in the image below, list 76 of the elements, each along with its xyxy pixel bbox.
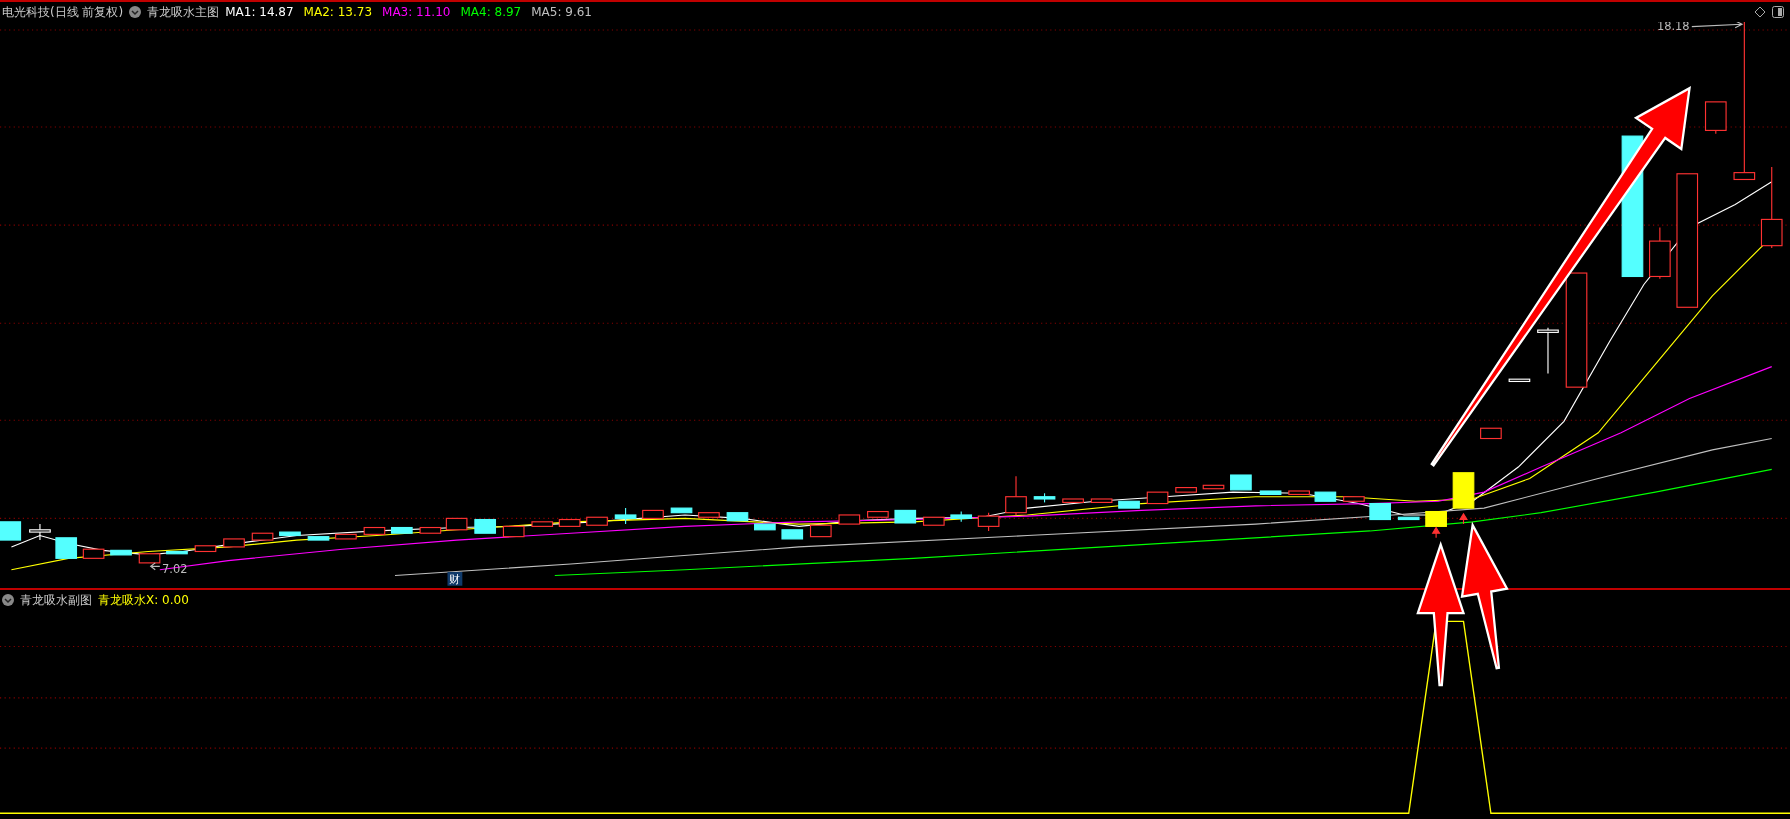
- candlestick: [1175, 487, 1197, 493]
- candlestick: [1033, 492, 1056, 503]
- candlestick: [867, 510, 889, 518]
- dropdown-icon[interactable]: [129, 6, 142, 18]
- signal-marker-icon: [1431, 526, 1441, 539]
- candlestick: [1259, 490, 1282, 495]
- candlestick: [110, 549, 132, 556]
- candlestick: [223, 538, 245, 548]
- candlestick: [1649, 226, 1671, 280]
- diamond-icon[interactable]: [1754, 6, 1766, 18]
- candlestick: [558, 518, 581, 527]
- candlestick: [754, 523, 776, 531]
- panel-toggle-icon[interactable]: [1772, 6, 1784, 18]
- candlestick: [1090, 498, 1113, 503]
- candlestick: [138, 553, 161, 564]
- candlestick: [363, 526, 386, 535]
- stock-title: 电光科技(日线 前复权): [2, 3, 124, 21]
- candlestick: [1118, 500, 1140, 509]
- candlestick: [1397, 516, 1420, 521]
- candlestick: [1425, 510, 1447, 527]
- candlestick: [614, 507, 637, 525]
- candlestick: [335, 533, 357, 540]
- candlestick: [1062, 498, 1084, 503]
- candlestick: [1452, 472, 1475, 509]
- candlestick: [1343, 496, 1365, 502]
- moving-average-label: MA3: 11.10: [382, 5, 451, 19]
- pointer-arrow: [149, 562, 161, 571]
- candlestick: [698, 512, 720, 518]
- moving-average-label: MA4: 8.97: [460, 5, 522, 19]
- candlestick: [82, 548, 105, 559]
- candlestick: [950, 510, 973, 523]
- candlestick: [781, 529, 804, 540]
- candlestick: [1704, 101, 1727, 135]
- candlestick: [194, 545, 217, 553]
- candlestick: [1005, 475, 1027, 516]
- candlestick: [977, 512, 1000, 532]
- moving-average-label: MA5: 9.61: [531, 5, 592, 19]
- candlestick: [922, 516, 945, 526]
- pointer-arrow: [1691, 22, 1744, 29]
- signal-marker-icon: [1459, 513, 1468, 525]
- event-badge[interactable]: 财: [447, 572, 463, 587]
- candlestick: [307, 536, 330, 541]
- candlestick: [1230, 474, 1252, 491]
- candlestick: [894, 509, 917, 524]
- candlestick: [726, 512, 749, 522]
- candlestick: [809, 524, 832, 538]
- candlestick: [391, 526, 413, 534]
- candlestick: [642, 509, 664, 519]
- candlestick: [0, 521, 22, 541]
- moving-average-label: MA2: 13.73: [303, 5, 373, 19]
- candlestick: [1508, 378, 1531, 383]
- candlestick: [1314, 491, 1337, 502]
- moving-average-label: MA1: 14.87: [225, 5, 294, 19]
- candlestick: [1146, 491, 1169, 505]
- dropdown-icon[interactable]: [2, 594, 14, 606]
- candlestick: [474, 518, 496, 534]
- indicator-name: 青龙吸水主图: [147, 3, 220, 21]
- candlestick: [531, 521, 554, 527]
- candlestick: [1369, 503, 1391, 521]
- candlestick: [1288, 490, 1310, 495]
- candlestick: [1480, 427, 1502, 440]
- candlestick: [838, 514, 861, 525]
- candlestick: [445, 517, 468, 531]
- indicator-value: 青龙吸水X: 0.00: [98, 591, 189, 609]
- indicator-name: 青龙吸水副图: [20, 591, 92, 609]
- candlestick: [502, 525, 525, 538]
- candlestick: [55, 537, 78, 559]
- candlestick: [166, 550, 188, 555]
- candlestick: [1537, 327, 1559, 375]
- candlestick: [419, 526, 442, 534]
- candlestick: [251, 532, 274, 541]
- candlestick: [29, 523, 51, 541]
- candlestick: [586, 516, 608, 526]
- candlestick: [1202, 484, 1225, 490]
- candlestick: [279, 531, 301, 537]
- candlestick: [670, 507, 693, 514]
